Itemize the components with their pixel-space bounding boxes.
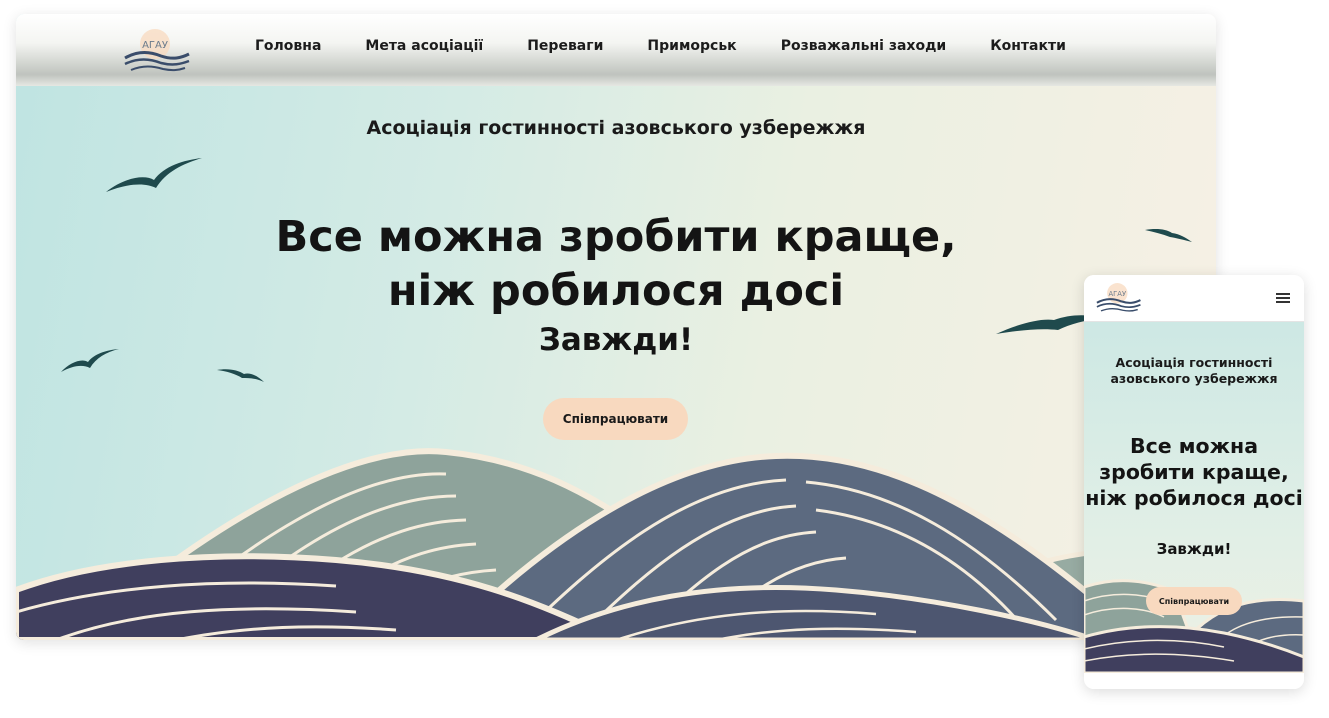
mobile-mockup: АГАУ Асоціація гостинності азовського уз… — [1084, 275, 1304, 689]
hero-headline: Все можна зробити краще, ніж робилося до… — [16, 210, 1216, 318]
site-header: АГАУ Головна Мета асоціації Переваги При… — [16, 14, 1216, 86]
mobile-hero-tagline: Завжди! — [1156, 540, 1232, 558]
nav-item-benefits[interactable]: Переваги — [527, 38, 603, 54]
waves-logo-icon: АГАУ — [124, 29, 190, 72]
mobile-cooperate-button[interactable]: Співпрацювати — [1146, 587, 1242, 615]
nav-item-prymorsk[interactable]: Приморськ — [647, 38, 736, 54]
hero-tagline: Завжди! — [538, 322, 694, 358]
mobile-site-logo[interactable]: АГАУ — [1094, 281, 1142, 315]
mobile-footer-strip — [1084, 673, 1304, 689]
nav-item-events[interactable]: Розважальні заходи — [781, 38, 947, 54]
desktop-mockup: АГАУ Головна Мета асоціації Переваги При… — [16, 14, 1216, 640]
wave-illustration — [16, 448, 1216, 640]
mobile-hero-subtitle: Асоціація гостинності азовського узбереж… — [1110, 355, 1278, 386]
mobile-hero-headline: Все можна зробити краще, ніж робилося до… — [1085, 434, 1303, 510]
nav-item-home[interactable]: Головна — [255, 38, 321, 54]
cooperate-button[interactable]: Співпрацювати — [543, 398, 688, 440]
nav-item-goal[interactable]: Мета асоціації — [365, 38, 483, 54]
mobile-wave-illustration — [1084, 579, 1304, 673]
hero-headline-line1: Все можна зробити краще, — [275, 212, 957, 262]
main-nav: Головна Мета асоціації Переваги Приморсь… — [255, 38, 1066, 54]
seagull-icon — [217, 369, 264, 382]
mobile-logo-text: АГАУ — [1109, 290, 1127, 298]
nav-item-contacts[interactable]: Контакти — [990, 38, 1066, 54]
waves-logo-icon: АГАУ — [1096, 283, 1141, 312]
hero-subtitle: Асоціація гостинності азовського узбереж… — [366, 117, 866, 139]
hamburger-icon[interactable] — [1276, 293, 1290, 303]
hero-headline-line2: ніж робилося досі — [387, 266, 845, 316]
site-logo[interactable]: АГАУ — [121, 26, 191, 76]
seagull-icon — [106, 158, 202, 192]
mobile-header: АГАУ — [1084, 275, 1304, 322]
mobile-hero: Асоціація гостинності азовського узбереж… — [1084, 322, 1304, 673]
logo-text: АГАУ — [142, 40, 168, 51]
